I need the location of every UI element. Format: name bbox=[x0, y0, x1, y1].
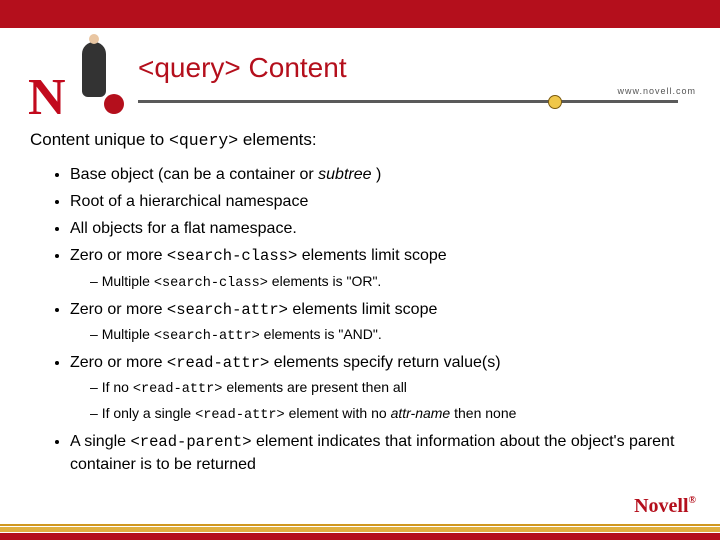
list-item: Base object (can be a container or subtr… bbox=[70, 163, 690, 186]
figure-graphic bbox=[70, 32, 118, 122]
sub-item: Multiple <search-attr> elements is "AND"… bbox=[90, 324, 690, 347]
sub-list: Multiple <search-class> elements is "OR"… bbox=[70, 271, 690, 294]
novell-n-logo: N bbox=[28, 68, 63, 127]
content-area: Content unique to <query> elements: Base… bbox=[30, 128, 690, 480]
list-item: All objects for a flat namespace. bbox=[70, 217, 690, 240]
title-knob-icon bbox=[548, 95, 562, 109]
title-code: <query> bbox=[138, 52, 241, 83]
sub-list: Multiple <search-attr> elements is "AND"… bbox=[70, 324, 690, 347]
slide-title: <query> Content bbox=[138, 52, 347, 84]
sub-item: If no <read-attr> elements are present t… bbox=[90, 377, 690, 400]
novell-url: www.novell.com bbox=[617, 86, 696, 96]
footer-novell-logo: Novell® bbox=[634, 495, 696, 518]
list-item: A single <read-parent> element indicates… bbox=[70, 430, 690, 477]
registered-icon: ® bbox=[689, 495, 696, 506]
title-underline bbox=[138, 100, 678, 103]
list-item: Root of a hierarchical namespace bbox=[70, 190, 690, 213]
list-item: Zero or more <search-class> elements lim… bbox=[70, 244, 690, 293]
sub-item: Multiple <search-class> elements is "OR"… bbox=[90, 271, 690, 294]
title-text: Content bbox=[241, 52, 347, 83]
sub-item: If only a single <read-attr> element wit… bbox=[90, 403, 690, 426]
bullet-list: Base object (can be a container or subtr… bbox=[46, 163, 690, 476]
logo-area: N bbox=[28, 32, 118, 122]
top-red-bar bbox=[0, 0, 720, 28]
intro-line: Content unique to <query> elements: bbox=[30, 128, 690, 153]
sub-list: If no <read-attr> elements are present t… bbox=[70, 377, 690, 425]
list-item: Zero or more <search-attr> elements limi… bbox=[70, 298, 690, 347]
footer-bars bbox=[0, 522, 720, 540]
list-item: Zero or more <read-attr> elements specif… bbox=[70, 351, 690, 426]
